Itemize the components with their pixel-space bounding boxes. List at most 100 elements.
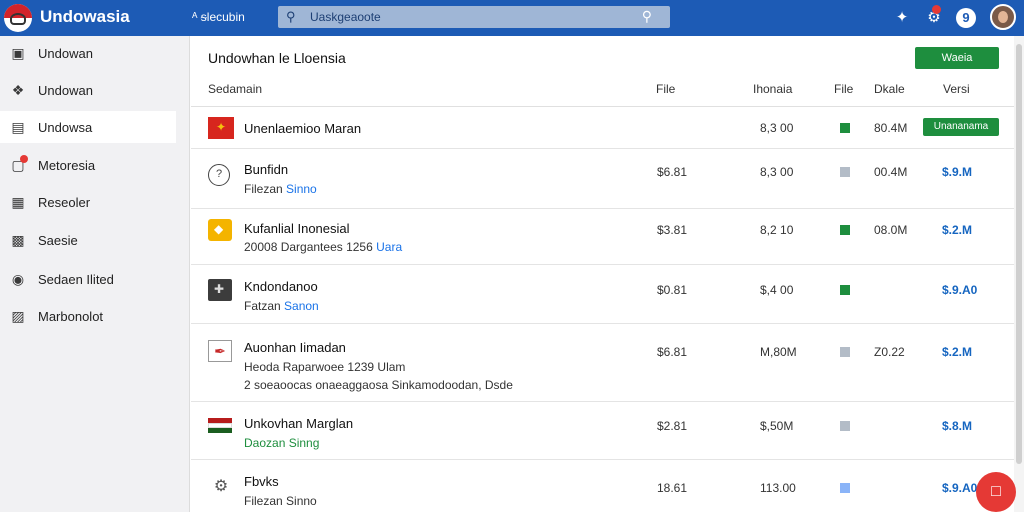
sidebar-item-label: Undowan bbox=[38, 82, 93, 98]
row-col4: 08.0M bbox=[874, 223, 908, 237]
table-row[interactable]: ◆ Kufanlial Inonesial 20008 Dargantees 1… bbox=[191, 209, 1014, 265]
column-header-file-2[interactable]: File bbox=[834, 82, 853, 96]
bag-icon: ▤ bbox=[11, 119, 25, 135]
row-col2: 8,3 00 bbox=[760, 121, 794, 135]
row-subtitle-link[interactable]: Uara bbox=[376, 240, 402, 254]
row-col4: 00.4M bbox=[874, 165, 908, 179]
status-indicator bbox=[840, 225, 850, 235]
status-indicator bbox=[840, 285, 850, 295]
page-title: Undowhan le Lloensia bbox=[208, 50, 346, 66]
sidebar-item-label: Undowsa bbox=[38, 119, 93, 135]
row-price[interactable]: $.9.A0 bbox=[942, 481, 977, 495]
row-price[interactable]: $.9.A0 bbox=[942, 283, 977, 297]
row-col1: $2.81 bbox=[657, 419, 688, 433]
notification-badge bbox=[932, 5, 941, 14]
help-icon[interactable]: 9 bbox=[956, 8, 976, 28]
row-price[interactable]: $.2.M bbox=[942, 223, 972, 237]
row-col1: $6.81 bbox=[657, 345, 688, 359]
status-indicator bbox=[840, 347, 850, 357]
search-input[interactable]: Uaskgeaoote bbox=[310, 10, 381, 24]
sidebar-item-3[interactable]: ▢ Metoresia bbox=[0, 149, 176, 181]
status-indicator bbox=[840, 167, 850, 177]
status-indicator bbox=[840, 123, 850, 133]
settings-icon: ▨ bbox=[11, 308, 25, 324]
store-icon: ▩ bbox=[11, 232, 25, 248]
row-price[interactable]: $.8.M bbox=[942, 419, 972, 433]
scrollbar[interactable] bbox=[1014, 36, 1024, 512]
table-row[interactable]: ⚙ Fbvks Filezan Sinno 18.61 113.00 $.9.A… bbox=[191, 460, 1014, 512]
column-header-file[interactable]: File bbox=[656, 82, 675, 96]
column-header-name[interactable]: Sedamain bbox=[208, 82, 262, 96]
table-row[interactable]: ✚ Kndondanoo Fatzan Sanon $0.81 $,4 00 $… bbox=[191, 265, 1014, 324]
sidebar-item-label: Saesie bbox=[38, 232, 78, 248]
sidebar-item-5[interactable]: ▩ Saesie bbox=[0, 224, 176, 256]
top-bar: Undowasia ᴬ ᵴlecubin ⚲ Uaskgeaoote ⚲ ✦ ⚙… bbox=[0, 0, 1024, 36]
row-title: Auonhan Iimadan bbox=[244, 340, 346, 355]
sidebar: ▣ Undowan ❖ Undowan ▤ Undowsa ▢ Metoresi… bbox=[0, 36, 190, 512]
sidebar-item-2[interactable]: ▤ Undowsa bbox=[0, 111, 176, 143]
scroll-thumb[interactable] bbox=[1016, 44, 1022, 464]
row-col2: 8,2 10 bbox=[760, 223, 794, 237]
clock-icon: ? bbox=[208, 164, 234, 186]
sidebar-item-label: Metoresia bbox=[38, 157, 96, 173]
row-col2: 113.00 bbox=[760, 481, 796, 495]
row-subtitle-text: Filezan bbox=[244, 182, 283, 196]
column-header-versi[interactable]: Versi bbox=[943, 82, 970, 96]
globe-icon: ◉ bbox=[11, 271, 25, 287]
row-col2: $,4 00 bbox=[760, 283, 794, 297]
sidebar-item-6[interactable]: ◉ Sedaen Ilited bbox=[0, 263, 176, 295]
primary-button[interactable]: Waeia bbox=[915, 47, 999, 69]
sidebar-item-label: Marbonolot bbox=[38, 308, 104, 324]
book-icon: ▦ bbox=[11, 194, 25, 210]
row-col1: 18.61 bbox=[657, 481, 688, 495]
flag-icon bbox=[208, 416, 234, 438]
sidebar-item-label: Reseoler bbox=[38, 194, 91, 210]
sidebar-item-4[interactable]: ▦ Reseoler bbox=[0, 186, 176, 218]
row-title: Bunfidn bbox=[244, 162, 289, 177]
row-col1: $6.81 bbox=[657, 165, 688, 179]
tool-icon: ⚙ bbox=[213, 478, 229, 495]
row-price[interactable]: $.9.M bbox=[942, 165, 972, 179]
row-col1: $3.81 bbox=[657, 223, 688, 237]
sidebar-item-7[interactable]: ▨ Marbonolot bbox=[0, 300, 176, 332]
row-title: Kufanlial Inonesial bbox=[244, 221, 350, 236]
sidebar-item-0[interactable]: ▣ Undowan bbox=[0, 37, 176, 69]
column-header-ihonaia[interactable]: Ihonaia bbox=[753, 82, 792, 96]
sidebar-item-label: Undowan bbox=[38, 45, 93, 61]
row-subtitle: Filezan Sinno bbox=[244, 494, 317, 508]
search-submit-icon[interactable]: ⚲ bbox=[642, 8, 652, 25]
top-nav-link[interactable]: ᴬ ᵴlecubin bbox=[192, 10, 245, 24]
table-row[interactable]: ✒ Auonhan Iimadan Heoda Raparwoee 1239 U… bbox=[191, 324, 1014, 402]
row-title: Unkovhan Marglan bbox=[244, 416, 354, 431]
row-subtitle: Filezan Sinno bbox=[244, 182, 317, 196]
table-row[interactable]: ✦ Unenlaemioo Maran 8,3 00 80.4M Unanana… bbox=[191, 107, 1014, 149]
product-icon: ◆ bbox=[208, 219, 232, 241]
table-row[interactable]: ? Bunfidn Filezan Sinno $6.81 8,3 00 00.… bbox=[191, 149, 1014, 209]
row-col2: M,80M bbox=[760, 345, 797, 359]
row-col2: 8,3 00 bbox=[760, 165, 794, 179]
column-header-dkale[interactable]: Dkale bbox=[874, 82, 905, 96]
row-col2: $,50M bbox=[760, 419, 794, 433]
row-subtitle-link[interactable]: Sinno bbox=[286, 182, 317, 196]
app-logo[interactable] bbox=[4, 4, 32, 32]
grid-icon: ▣ bbox=[11, 45, 25, 61]
row-col4: 80.4M bbox=[874, 121, 908, 135]
avatar[interactable] bbox=[990, 4, 1016, 30]
row-title: Unenlaemioo Maran bbox=[244, 121, 362, 136]
sidebar-item-1[interactable]: ❖ Undowan bbox=[0, 74, 176, 106]
row-action-button[interactable]: Unananama bbox=[923, 118, 999, 136]
row-col1: $0.81 bbox=[657, 283, 688, 297]
row-subtitle-text: Fatzan bbox=[244, 299, 281, 313]
row-subtitle: 20008 Dargantees 1256 Uara bbox=[244, 240, 402, 254]
row-description: 2 soeaoocas onaeaggaosa Sinkamodoodan, D… bbox=[244, 378, 513, 392]
row-subtitle-link[interactable]: Sanon bbox=[284, 299, 319, 313]
chat-button[interactable]: □ bbox=[976, 472, 1016, 512]
app-title: Undowasia bbox=[40, 7, 130, 26]
search-bar[interactable]: ⚲ Uaskgeaoote ⚲ bbox=[278, 6, 670, 28]
row-price[interactable]: $.2.M bbox=[942, 345, 972, 359]
table-row[interactable]: Unkovhan Marglan Daozan Sinng $2.81 $,50… bbox=[191, 402, 1014, 460]
row-subtitle: Heoda Raparwoee 1239 Ulam bbox=[244, 360, 406, 374]
row-title: Kndondanoo bbox=[244, 279, 318, 294]
puzzle-icon[interactable]: ✦ bbox=[892, 8, 912, 28]
chat-icon: □ bbox=[991, 483, 1001, 500]
